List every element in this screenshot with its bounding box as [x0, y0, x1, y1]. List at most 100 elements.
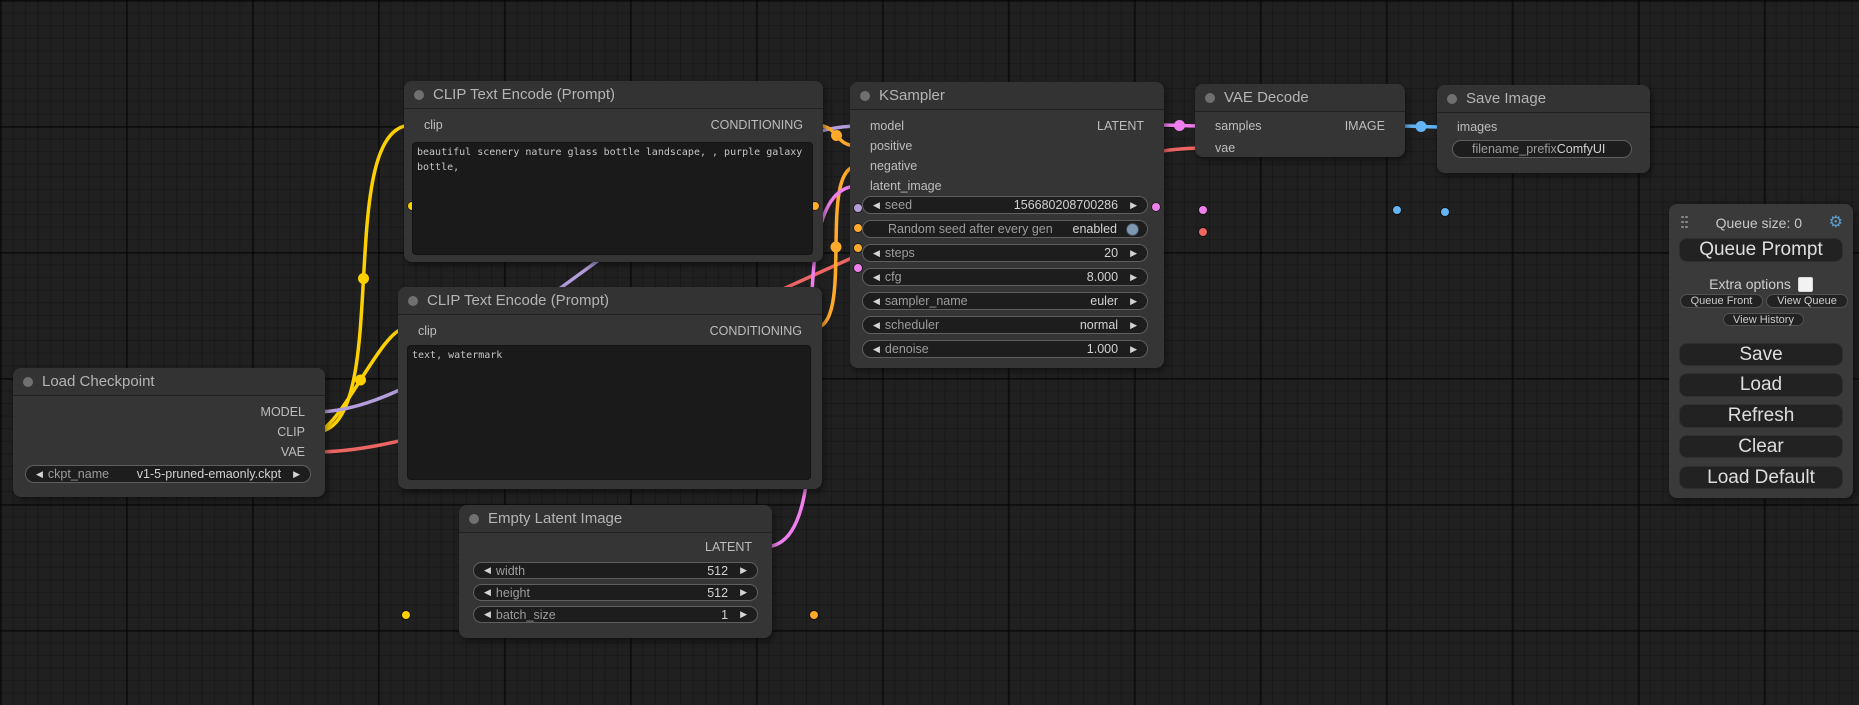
increment-arrow-icon[interactable]: ▶: [290, 470, 303, 479]
clear-button[interactable]: Clear: [1679, 435, 1843, 458]
increment-arrow-icon[interactable]: ▶: [1127, 297, 1140, 306]
view-history-button[interactable]: View History: [1723, 313, 1804, 326]
view-queue-button[interactable]: View Queue: [1766, 294, 1848, 308]
decrement-arrow-icon[interactable]: ◀: [481, 566, 494, 575]
queue-prompt-button[interactable]: Queue Prompt: [1679, 238, 1843, 262]
queue-size-label: Queue size: 0: [1689, 215, 1829, 231]
increment-arrow-icon[interactable]: ▶: [1127, 273, 1140, 282]
node-header[interactable]: CLIP Text Encode (Prompt): [404, 81, 823, 109]
height-widget[interactable]: ◀ height 512 ▶: [473, 584, 758, 601]
widget-value: 1: [721, 608, 737, 622]
decrement-arrow-icon[interactable]: ◀: [870, 321, 883, 330]
seed-widget[interactable]: ◀ seed 156680208700286 ▶: [862, 196, 1148, 214]
node-clip-text-encode-negative[interactable]: CLIP Text Encode (Prompt) clip CONDITION…: [398, 287, 822, 489]
node-empty-latent-image[interactable]: Empty Latent Image LATENT ◀ width 512 ▶ …: [459, 505, 772, 638]
increment-arrow-icon[interactable]: ▶: [1127, 345, 1140, 354]
comfy-menu-panel: Queue size: 0 ⚙ Queue Prompt Extra optio…: [1669, 204, 1853, 498]
input-slot-label: samples: [1209, 119, 1262, 133]
increment-arrow-icon[interactable]: ▶: [1127, 201, 1140, 210]
widget-value: 512: [707, 564, 737, 578]
collapse-dot-icon[interactable]: [469, 514, 479, 524]
collapse-dot-icon[interactable]: [414, 90, 424, 100]
clip-input-port[interactable]: [402, 611, 410, 619]
decrement-arrow-icon[interactable]: ◀: [870, 273, 883, 282]
queue-front-button[interactable]: Queue Front: [1680, 294, 1763, 308]
negative-prompt-textarea[interactable]: text, watermark: [407, 345, 811, 480]
steps-widget[interactable]: ◀ steps 20 ▶: [862, 244, 1148, 262]
increment-arrow-icon[interactable]: ▶: [1127, 321, 1140, 330]
extra-options-checkbox[interactable]: [1798, 277, 1813, 292]
collapse-dot-icon[interactable]: [1205, 93, 1215, 103]
decrement-arrow-icon[interactable]: ◀: [870, 201, 883, 210]
vae-input-port[interactable]: [1199, 228, 1207, 236]
node-title: VAE Decode: [1224, 89, 1309, 106]
conditioning-output-port[interactable]: [810, 611, 818, 619]
node-header[interactable]: KSampler: [850, 82, 1164, 110]
filename-prefix-widget[interactable]: filename_prefix ComfyUI: [1452, 140, 1632, 158]
sampler-name-widget[interactable]: ◀ sampler_name euler ▶: [862, 292, 1148, 310]
node-title: Empty Latent Image: [488, 510, 622, 527]
widget-label: ckpt_name: [46, 467, 109, 481]
collapse-dot-icon[interactable]: [23, 377, 33, 387]
image-output-port[interactable]: [1393, 206, 1401, 214]
decrement-arrow-icon[interactable]: ◀: [481, 588, 494, 597]
node-load-checkpoint[interactable]: Load Checkpoint MODEL CLIP VAE ◀ ckpt_na…: [13, 368, 325, 497]
refresh-button[interactable]: Refresh: [1679, 404, 1843, 428]
collapse-dot-icon[interactable]: [408, 296, 418, 306]
node-header[interactable]: Save Image: [1437, 85, 1650, 113]
node-title: Save Image: [1466, 90, 1546, 107]
widget-value: 8.000: [1087, 270, 1127, 284]
batch-size-widget[interactable]: ◀ batch_size 1 ▶: [473, 606, 758, 623]
images-input-port[interactable]: [1441, 208, 1449, 216]
collapse-dot-icon[interactable]: [860, 91, 870, 101]
node-header[interactable]: CLIP Text Encode (Prompt): [398, 287, 822, 315]
negative-input-port[interactable]: [854, 244, 862, 252]
ckpt-name-widget[interactable]: ◀ ckpt_name v1-5-pruned-emaonly.ckpt ▶: [25, 465, 311, 483]
settings-gear-icon[interactable]: ⚙: [1829, 215, 1843, 231]
random-seed-toggle-widget[interactable]: Random seed after every gen enabled: [862, 220, 1148, 238]
decrement-arrow-icon[interactable]: ◀: [33, 470, 46, 479]
collapse-dot-icon[interactable]: [1447, 94, 1457, 104]
node-vae-decode[interactable]: VAE Decode samples IMAGE vae: [1195, 84, 1405, 157]
positive-input-port[interactable]: [854, 224, 862, 232]
scheduler-widget[interactable]: ◀ scheduler normal ▶: [862, 316, 1148, 334]
output-slot-label: CONDITIONING: [711, 118, 809, 132]
load-button[interactable]: Load: [1679, 373, 1843, 397]
node-graph-canvas[interactable]: CLIP Text Encode (Prompt) clip CONDITION…: [0, 0, 1859, 705]
load-default-button[interactable]: Load Default: [1679, 466, 1843, 489]
denoise-widget[interactable]: ◀ denoise 1.000 ▶: [862, 340, 1148, 358]
increment-arrow-icon[interactable]: ▶: [737, 610, 750, 619]
node-header[interactable]: Load Checkpoint: [13, 368, 325, 396]
decrement-arrow-icon[interactable]: ◀: [870, 249, 883, 258]
increment-arrow-icon[interactable]: ▶: [737, 566, 750, 575]
save-button[interactable]: Save: [1679, 343, 1843, 366]
decrement-arrow-icon[interactable]: ◀: [870, 297, 883, 306]
latent-output-port[interactable]: [1152, 203, 1160, 211]
node-save-image[interactable]: Save Image images filename_prefix ComfyU…: [1437, 85, 1650, 173]
input-slot-label: images: [1451, 120, 1497, 134]
node-ksampler[interactable]: KSampler model LATENT positive negative …: [850, 82, 1164, 368]
widget-value: 20: [1104, 246, 1127, 260]
increment-arrow-icon[interactable]: ▶: [1127, 249, 1140, 258]
widget-value: ComfyUI: [1557, 142, 1628, 156]
widget-label: height: [494, 586, 530, 600]
model-input-port[interactable]: [854, 204, 862, 212]
toggle-on-icon[interactable]: [1126, 223, 1139, 236]
decrement-arrow-icon[interactable]: ◀: [481, 610, 494, 619]
link-midpoint-dot: [355, 375, 366, 386]
input-slot-label: clip: [418, 118, 443, 132]
output-slot-label: VAE: [281, 445, 311, 459]
decrement-arrow-icon[interactable]: ◀: [870, 345, 883, 354]
input-slot-label: positive: [864, 139, 912, 153]
node-header[interactable]: VAE Decode: [1195, 84, 1405, 112]
increment-arrow-icon[interactable]: ▶: [737, 588, 750, 597]
drag-handle-icon[interactable]: [1681, 216, 1689, 231]
samples-input-port[interactable]: [1199, 206, 1207, 214]
node-clip-text-encode-positive[interactable]: CLIP Text Encode (Prompt) clip CONDITION…: [404, 81, 823, 262]
latent-image-input-port[interactable]: [854, 264, 862, 272]
positive-prompt-textarea[interactable]: beautiful scenery nature glass bottle la…: [412, 142, 813, 255]
width-widget[interactable]: ◀ width 512 ▶: [473, 562, 758, 579]
node-header[interactable]: Empty Latent Image: [459, 505, 772, 533]
node-title: CLIP Text Encode (Prompt): [427, 292, 609, 309]
cfg-widget[interactable]: ◀ cfg 8.000 ▶: [862, 268, 1148, 286]
